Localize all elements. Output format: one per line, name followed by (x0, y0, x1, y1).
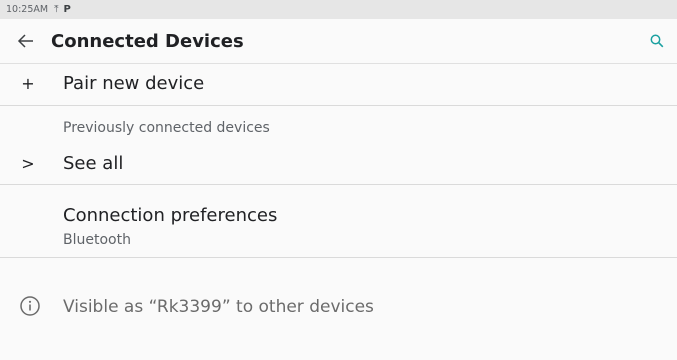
search-button[interactable] (645, 29, 669, 53)
upload-icon: ⤒ (54, 4, 59, 15)
page-title: Connected Devices (51, 30, 244, 52)
back-button[interactable] (13, 28, 39, 54)
status-bar: 10:25AM ⤒ P (0, 0, 677, 19)
connection-preferences-subtitle: Bluetooth (63, 232, 131, 248)
section-label-previously-connected: Previously connected devices (63, 120, 270, 136)
pair-new-device-label: Pair new device (63, 73, 205, 94)
status-time: 10:25AM (6, 4, 49, 15)
chevron-right-icon: > (21, 154, 35, 173)
connection-preferences-label: Connection preferences (63, 205, 278, 226)
search-icon (650, 34, 664, 48)
app-bar: Connected Devices (0, 19, 677, 64)
see-all-item[interactable]: > See all (0, 144, 677, 184)
pair-new-device-item[interactable]: + Pair new device (0, 64, 677, 106)
arrow-back-icon (17, 34, 33, 48)
parking-icon: P (63, 4, 71, 15)
see-all-label: See all (63, 153, 124, 174)
divider (0, 257, 677, 258)
divider (0, 105, 677, 106)
visibility-info-text: Visible as “Rk3399” to other devices (63, 297, 374, 317)
info-icon (20, 296, 40, 316)
connection-preferences-item[interactable]: Connection preferences Bluetooth (0, 185, 677, 257)
plus-icon: + (21, 74, 35, 93)
